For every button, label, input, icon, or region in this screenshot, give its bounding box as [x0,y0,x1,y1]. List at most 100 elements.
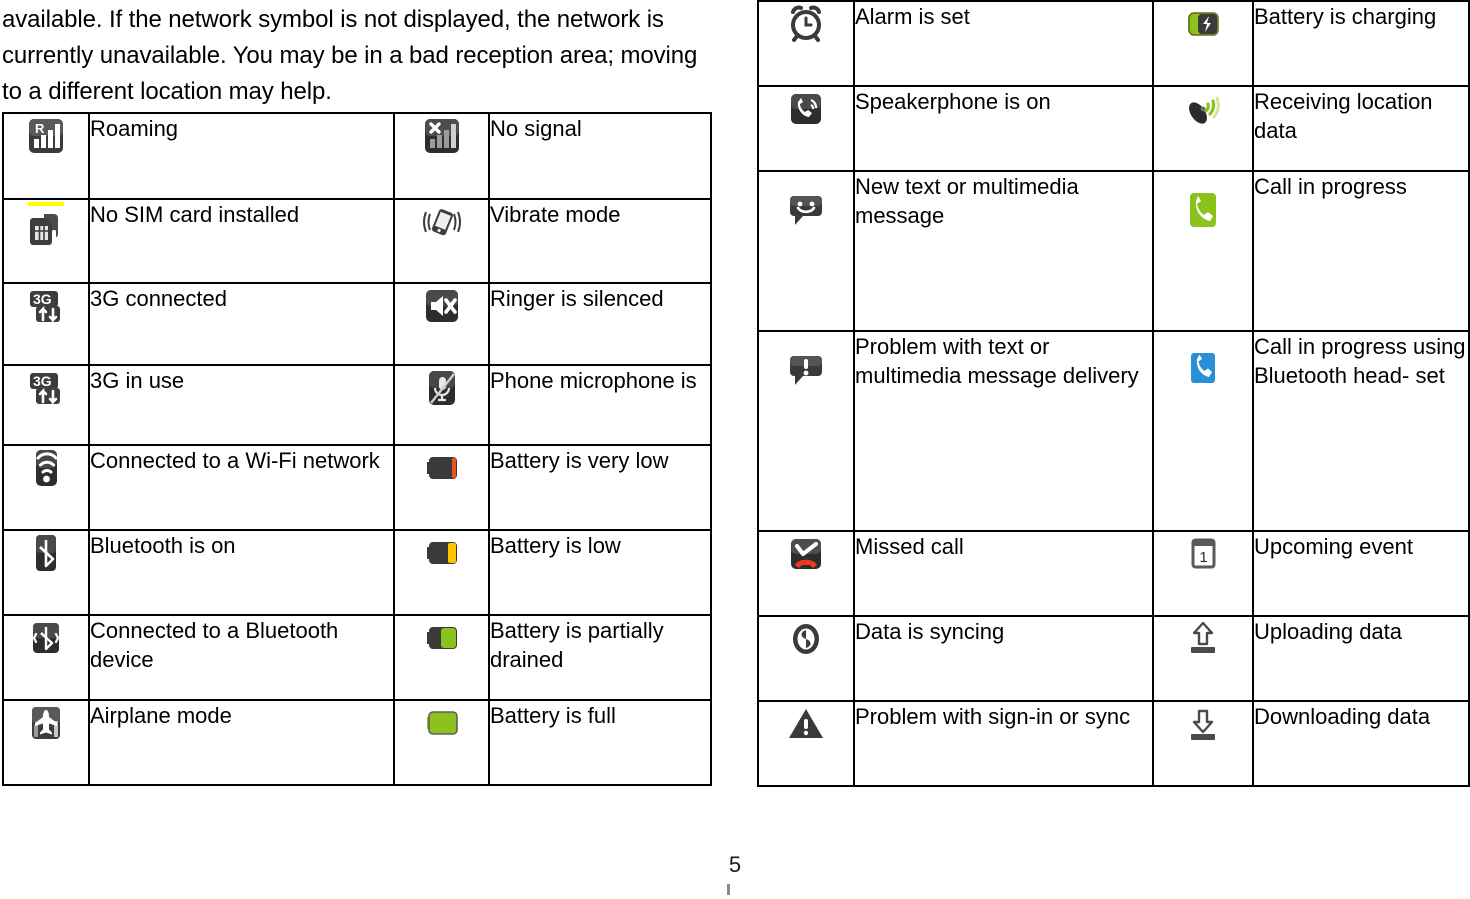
icon-label: Battery is very low [488,444,712,531]
3g-connected-icon: 3G [24,284,68,328]
battery-partial-icon [420,616,464,660]
icon-label: No signal [488,112,712,200]
icon-label: 3G connected [88,282,395,366]
icon-cell: 1 [1152,530,1254,617]
wifi-connected-icon [24,446,68,490]
icon-cell [393,282,490,366]
sim-marker-line [28,202,64,206]
icon-cell [2,198,90,284]
vibrate-mode-icon [420,200,464,244]
icon-label: Data is syncing [853,615,1154,702]
icon-label: Alarm is set [853,0,1154,87]
table-row: Connected to a Bluetooth device Battery … [2,614,712,701]
page-number: 5 [728,852,742,877]
table-row: 3G 3G connected Ringer is silenced [2,282,712,366]
call-bluetooth-icon [1181,348,1225,392]
downloading-data-icon [1181,702,1225,746]
icon-label: Ringer is silenced [488,282,712,366]
icon-label: Problem with text or multimedia message … [853,330,1154,532]
icon-label: New text or multimedia message [853,170,1154,332]
table-row: Airplane mode Battery is full [2,699,712,786]
icon-cell: 3G [2,282,90,366]
table-row: Problem with sign-in or sync Downloading… [757,700,1470,787]
battery-very-low-icon [420,446,464,490]
icon-cell [1152,700,1254,787]
battery-full-icon [420,701,464,745]
icon-cell [2,444,90,531]
speakerphone-icon [784,87,828,131]
icon-label: Battery is partially drained [488,614,712,701]
icon-label: Vibrate mode [488,198,712,284]
icon-label: Airplane mode [88,699,395,786]
icon-cell [757,170,855,332]
icon-cell [757,615,855,702]
icon-cell [2,529,90,616]
footer-mark [727,884,730,895]
bluetooth-connected-icon [24,616,68,660]
icon-cell [757,330,855,532]
icon-cell [757,700,855,787]
table-row: Problem with text or multimedia message … [757,330,1470,532]
icon-cell [757,530,855,617]
3g-in-use-icon: 3G [24,366,68,410]
icon-cell [1152,330,1254,532]
receiving-location-icon [1181,87,1225,131]
bluetooth-on-icon [24,531,68,575]
icon-cell [393,112,490,200]
airplane-mode-icon [24,701,68,745]
icon-cell [757,0,855,87]
icon-label: Upcoming event [1252,530,1470,617]
battery-low-icon [420,531,464,575]
icon-cell [393,364,490,446]
table-row: Connected to a Wi-Fi network Battery is … [2,444,712,531]
no-sim-card-icon [24,208,68,252]
icon-cell: 3G [2,364,90,446]
icon-cell [393,614,490,701]
table-row: No SIM card installed Vibrate mode [2,198,712,284]
svg-text:R: R [35,121,45,136]
no-signal-icon [420,114,464,158]
icon-cell [393,529,490,616]
icon-label: No SIM card installed [88,198,395,284]
icon-cell [1152,85,1254,172]
table-row: Alarm is set Battery is charging [757,0,1470,87]
table-row: 3G 3G in use Phone microphone is [2,364,712,446]
icon-label: Call in progress [1252,170,1470,332]
icon-label: Speakerphone is on [853,85,1154,172]
message-problem-icon [784,348,828,392]
alarm-clock-icon [784,2,828,46]
upcoming-event-icon: 1 [1181,532,1225,576]
call-in-progress-icon [1181,188,1225,232]
icon-label: Battery is charging [1252,0,1470,87]
microphone-muted-icon [420,366,464,410]
icon-label: Receiving location data [1252,85,1470,172]
roaming-signal-icon: R [24,114,68,158]
uploading-data-icon [1181,617,1225,661]
icon-cell [1152,0,1254,87]
icon-label: Call in progress using Bluetooth head- s… [1252,330,1470,532]
icon-label: Problem with sign-in or sync [853,700,1154,787]
icon-label: Bluetooth is on [88,529,395,616]
icon-cell [757,85,855,172]
icon-cell [1152,170,1254,332]
intro-paragraph: available. If the network symbol is not … [2,6,698,105]
icon-label: Phone microphone is [488,364,712,446]
icon-label: Uploading data [1252,615,1470,702]
icon-cell [1152,615,1254,702]
status-icon-table-left: R Roaming No signal No SIM card installe… [2,112,712,786]
icon-cell: R [2,112,90,200]
ringer-silenced-icon [420,284,464,328]
table-row: Speakerphone is on Receiving location da… [757,85,1470,172]
status-icon-table-right: Alarm is set Battery is charging Speaker… [757,0,1470,787]
data-syncing-icon [784,617,828,661]
svg-text:1: 1 [1199,549,1207,566]
sign-in-problem-icon [784,702,828,746]
icon-label: Roaming [88,112,395,200]
battery-charging-icon [1181,2,1225,46]
table-row: R Roaming No signal [2,112,712,200]
table-row: Bluetooth is on Battery is low [2,529,712,616]
icon-cell [2,614,90,701]
table-row: Data is syncing Uploading data [757,615,1470,702]
icon-cell [2,699,90,786]
icon-label: Downloading data [1252,700,1470,787]
